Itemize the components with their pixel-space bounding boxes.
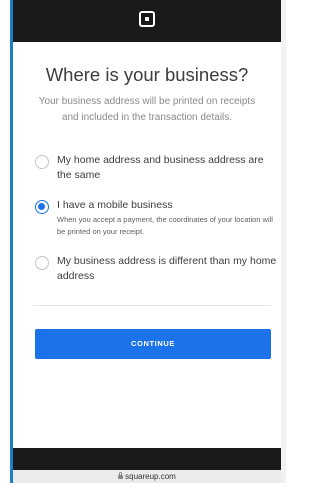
window-frame-right — [281, 0, 286, 483]
url-text: squareup.com — [125, 472, 176, 481]
window-frame-left — [0, 0, 10, 483]
option-label: My home address and business address are… — [57, 154, 264, 181]
bottom-bar — [13, 448, 281, 470]
option-home-address[interactable]: My home address and business address are… — [33, 153, 271, 185]
radio-button[interactable] — [35, 256, 49, 270]
radio-button[interactable] — [35, 155, 49, 169]
continue-button[interactable]: CONTINUE — [35, 329, 271, 359]
option-mobile-business[interactable]: I have a mobile business When you accept… — [33, 198, 273, 242]
main-content: Where is your business? Your business ad… — [13, 42, 281, 448]
radio-button-selected[interactable] — [35, 200, 49, 214]
square-logo-icon[interactable] — [139, 11, 155, 27]
page-subtitle: Your business address will be printed on… — [38, 96, 256, 123]
divider — [33, 305, 271, 306]
address-bar[interactable]: squareup.com — [13, 470, 281, 483]
lock-icon — [118, 472, 124, 479]
option-description: When you accept a payment, the coordinat… — [57, 215, 273, 236]
option-different-address[interactable]: My business address is different than my… — [33, 254, 276, 286]
option-label: My business address is different than my… — [57, 255, 277, 282]
page-title: Where is your business? — [45, 64, 249, 85]
option-label: I have a mobile business — [57, 199, 173, 211]
top-bar — [13, 0, 281, 42]
